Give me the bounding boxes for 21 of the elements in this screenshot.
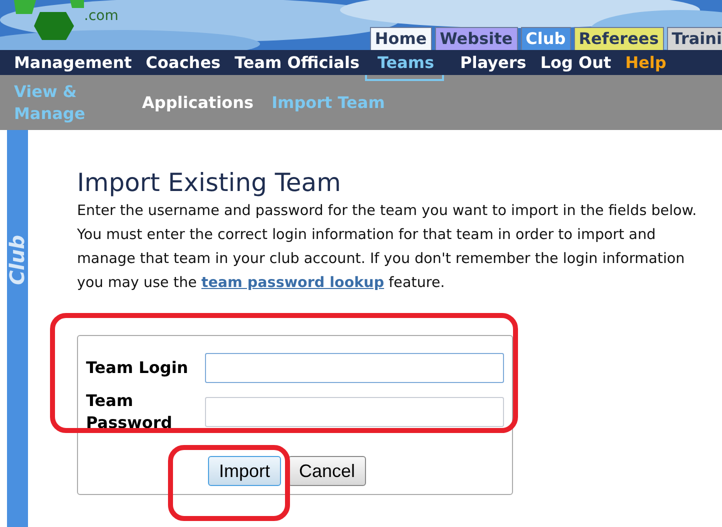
field-label: Team Login bbox=[86, 357, 190, 379]
site-tab[interactable]: Traini bbox=[666, 27, 722, 50]
nav-link[interactable]: Help bbox=[625, 53, 666, 72]
logo-domain: .com bbox=[84, 8, 118, 24]
nav-link[interactable]: Team Officials bbox=[234, 53, 360, 72]
form-button[interactable]: Import bbox=[208, 456, 282, 486]
nav-link[interactable]: Teams bbox=[377, 53, 434, 72]
input-field[interactable] bbox=[205, 397, 504, 427]
site-tab[interactable]: Referees bbox=[574, 27, 664, 50]
site-tab[interactable]: Home bbox=[370, 27, 432, 50]
nav-link[interactable]: Players bbox=[460, 53, 526, 72]
site-tab[interactable]: Website bbox=[434, 27, 518, 50]
password-lookup-link[interactable]: team password lookup bbox=[201, 275, 384, 291]
nav-link[interactable]: Coaches bbox=[146, 53, 221, 72]
nav-link[interactable]: Log Out bbox=[540, 53, 612, 72]
input-field[interactable] bbox=[205, 353, 504, 383]
nav-link[interactable]: Management bbox=[14, 53, 132, 72]
intro-text: Enter the username and password for the team you want to import in the fields below. You must enter the correct login information for that team in order to import and manage that team in your club account. If you don't remember the login information you may use the team password lookup feature. bbox=[77, 202, 698, 293]
page-heading: Import Existing Team bbox=[77, 168, 342, 197]
form-button[interactable]: Cancel bbox=[288, 456, 366, 486]
field-label: Team Password bbox=[86, 390, 174, 434]
